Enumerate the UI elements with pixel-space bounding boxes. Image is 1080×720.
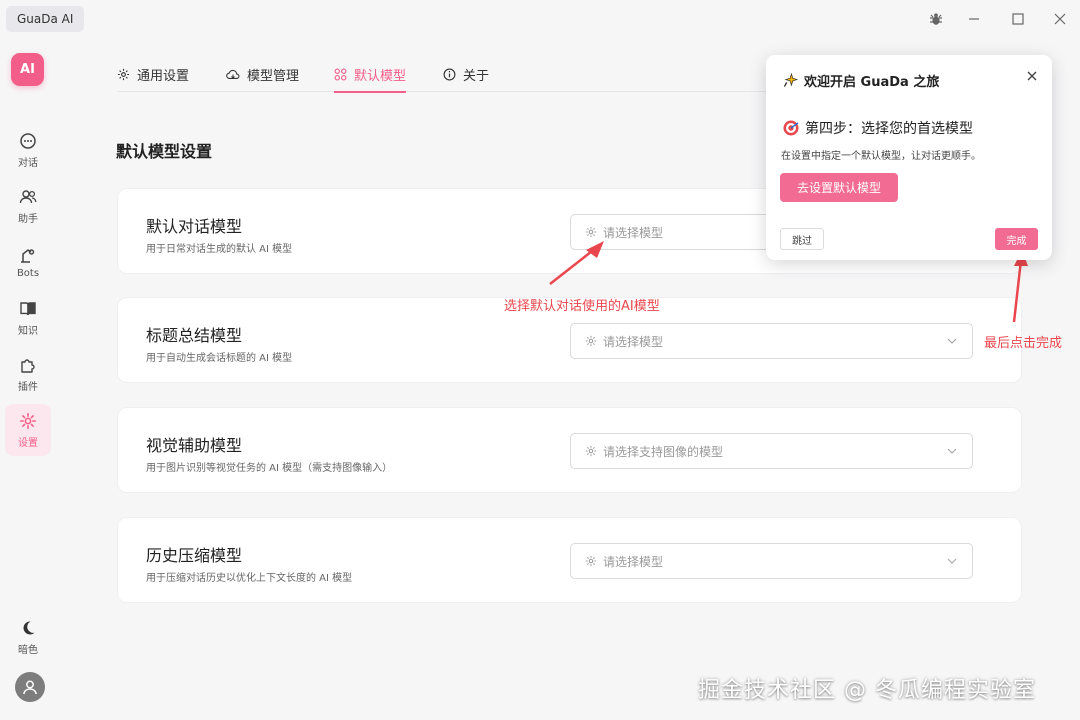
sparkle-icon bbox=[783, 73, 798, 87]
popover-description: 在设置中指定一个默认模型，让对话更顺手。 bbox=[781, 151, 981, 162]
annotation-finish-hint: 最后点击完成 bbox=[984, 336, 1063, 351]
close-icon bbox=[1027, 71, 1037, 81]
popover-step: 第四步：选择您的首选模型 bbox=[782, 118, 973, 138]
skip-button[interactable]: 跳过 bbox=[780, 228, 824, 250]
go-set-default-model-button[interactable]: 去设置默认模型 bbox=[780, 173, 898, 202]
target-icon bbox=[783, 120, 799, 136]
watermark: 掘金技术社区 @ 冬瓜编程实验室 bbox=[698, 678, 1036, 703]
done-button[interactable]: 完成 bbox=[995, 228, 1038, 250]
popover-title: 欢迎开启 GuaDa 之旅 bbox=[783, 71, 939, 90]
annotation-select-hint: 选择默认对话使用的AI模型 bbox=[504, 299, 660, 314]
popover-title-text: 欢迎开启 GuaDa 之旅 bbox=[804, 75, 940, 90]
popover-close-button[interactable] bbox=[1026, 70, 1038, 82]
onboarding-popover: 欢迎开启 GuaDa 之旅 第四步：选择您的首选模型 在设置中指定一个默认模型，… bbox=[766, 55, 1052, 260]
popover-step-text: 第四步：选择您的首选模型 bbox=[805, 121, 973, 137]
